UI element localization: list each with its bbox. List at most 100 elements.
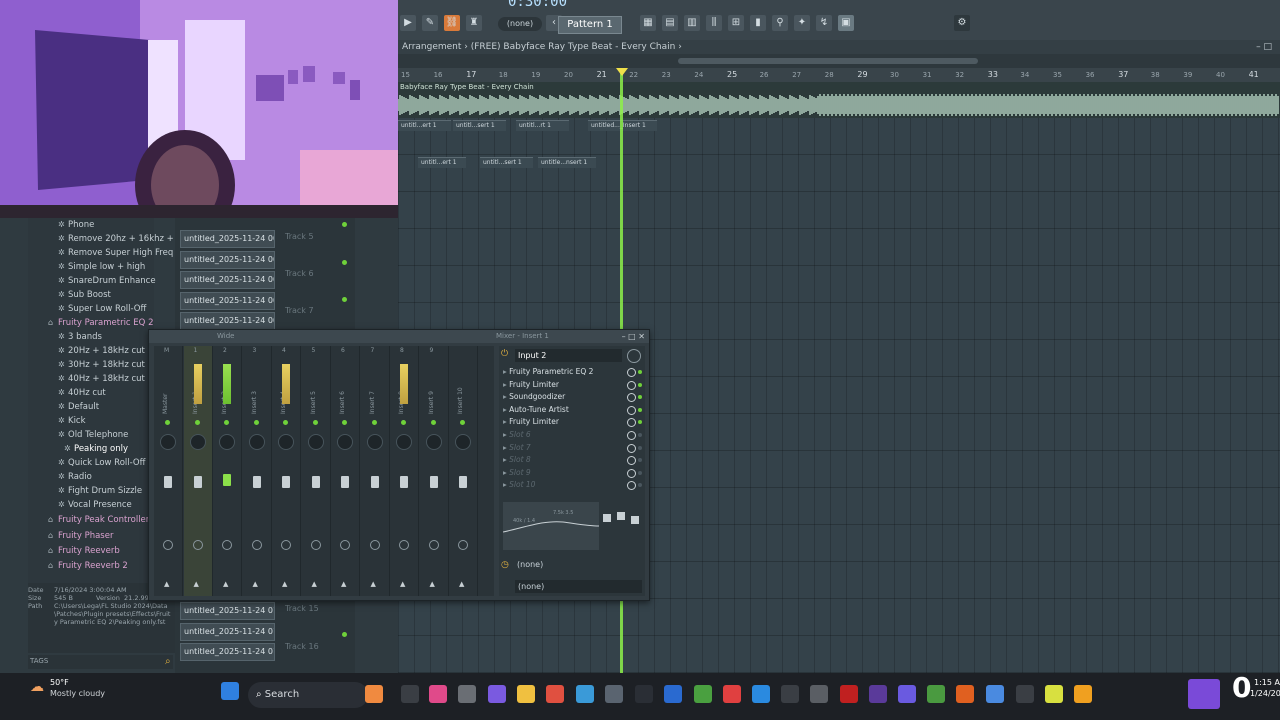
- browser-preset-item[interactable]: ✲ Remove 20hz + 16khz +: [58, 232, 174, 246]
- strip-led[interactable]: [312, 420, 318, 425]
- file-explorer-icon[interactable]: [401, 685, 419, 703]
- browser-preset-item[interactable]: ✲ Remove Super High Freq: [58, 246, 173, 260]
- fx-mix-knob[interactable]: [627, 380, 636, 390]
- pan-knob[interactable]: [396, 434, 412, 450]
- channel-button[interactable]: untitled_2025-11-24 01-...: [180, 643, 275, 661]
- pan-knob[interactable]: [189, 434, 206, 450]
- app-icon-16[interactable]: [810, 685, 828, 703]
- browser-plugin-folder[interactable]: ⌂ Fruity Parametric EQ 2: [48, 316, 153, 330]
- fx-slot[interactable]: ▸ Fruity Limiter: [503, 416, 627, 428]
- volume-fader[interactable]: [193, 476, 202, 488]
- fx-slot[interactable]: ▸ Soundgoodizer: [503, 391, 627, 403]
- pattern-clip[interactable]: untitl...ert 1: [398, 120, 451, 131]
- hint-icon[interactable]: ⚙: [954, 15, 970, 31]
- pattern-selector[interactable]: Pattern 1: [558, 16, 622, 34]
- browser-plugin-folder[interactable]: ⌂ Fruity Reeverb: [48, 544, 120, 558]
- pan-knob[interactable]: [219, 434, 235, 450]
- fx-mix-knob[interactable]: [627, 418, 636, 428]
- fx-enable-led[interactable]: [638, 445, 642, 450]
- strip-led[interactable]: [342, 420, 347, 425]
- mixer-strip[interactable]: 7 Insert 7 ▲: [361, 346, 390, 596]
- send-a-selector[interactable]: (none): [517, 560, 543, 569]
- folder-icon[interactable]: [517, 685, 535, 703]
- browser-preset-item[interactable]: ✲ Old Telephone: [58, 428, 128, 442]
- track-led[interactable]: [342, 297, 347, 302]
- playlist-breadcrumb[interactable]: Arrangement › (FREE) Babyface Ray Type B…: [398, 42, 682, 52]
- fx-slot[interactable]: ▸ Fruity Limiter: [503, 379, 627, 391]
- mixer-strip[interactable]: 5 Insert 5 ▲: [302, 346, 331, 596]
- strip-led[interactable]: [371, 420, 377, 425]
- windows-start-icon[interactable]: [221, 682, 239, 700]
- clock-date[interactable]: 1/24/202: [1250, 689, 1280, 698]
- mixer-strip[interactable]: 2Insert 2▲: [213, 346, 242, 596]
- playlist-scrollbar[interactable]: [398, 54, 1280, 68]
- strip-led[interactable]: [194, 420, 200, 425]
- channel-button[interactable]: untitled_2025-11-24 00-...: [180, 312, 275, 330]
- copilot-icon[interactable]: [429, 685, 447, 703]
- premiere-icon[interactable]: [869, 685, 887, 703]
- mixer-close-icon[interactable]: – □ ✕: [622, 330, 645, 343]
- browser-preset-item[interactable]: ✲ Fight Drum Sizzle: [58, 484, 142, 498]
- strip-led[interactable]: [165, 420, 170, 425]
- opera-icon[interactable]: [840, 685, 858, 703]
- brave-icon[interactable]: [723, 685, 741, 703]
- track-label[interactable]: Track 6: [285, 269, 314, 278]
- tempo-icon[interactable]: ✦: [794, 15, 810, 31]
- mixer-strip[interactable]: 6 Insert 6 ▲: [331, 346, 360, 596]
- app-icon-24[interactable]: [1045, 685, 1063, 703]
- fx-enable-led[interactable]: [638, 407, 642, 412]
- strip-led[interactable]: [401, 420, 406, 425]
- app-icon-4[interactable]: [458, 685, 476, 703]
- steam-icon[interactable]: [605, 685, 623, 703]
- track-led[interactable]: [342, 222, 347, 227]
- teams-icon[interactable]: [898, 685, 916, 703]
- ableton-icon[interactable]: [956, 685, 974, 703]
- playlist-icon[interactable]: ▦: [640, 15, 656, 31]
- taskbar-search[interactable]: ⌕ Search: [248, 682, 368, 708]
- fx-enable-led[interactable]: [638, 483, 642, 488]
- route-button[interactable]: [310, 540, 321, 550]
- browser-preset-item[interactable]: ✲ 40Hz cut: [58, 386, 106, 400]
- app-icon-15[interactable]: [781, 685, 799, 703]
- volume-fader[interactable]: [429, 476, 438, 488]
- send-b-selector[interactable]: (none): [515, 580, 642, 593]
- volume-fader[interactable]: [252, 476, 261, 488]
- mixer-strip[interactable]: 1Insert 1▲: [183, 346, 213, 596]
- metronome-icon[interactable]: ♜: [466, 15, 482, 31]
- piano-roll-icon[interactable]: ▤: [662, 15, 678, 31]
- fl-studio-icon[interactable]: [1074, 685, 1092, 703]
- send-arrow-icon[interactable]: ▲: [400, 580, 405, 588]
- strip-led[interactable]: [283, 420, 288, 425]
- edge-icon[interactable]: [752, 685, 770, 703]
- send-arrow-icon[interactable]: ▲: [194, 580, 199, 588]
- app-icon-20[interactable]: [927, 685, 945, 703]
- fx-enable-led[interactable]: [638, 370, 642, 374]
- browser-plugin-folder[interactable]: ⌂ Fruity Peak Controller: [48, 513, 149, 527]
- strip-led[interactable]: [430, 420, 436, 425]
- fx-enable-led[interactable]: [638, 382, 642, 387]
- fx-enable-led[interactable]: [638, 395, 642, 400]
- tags-bar[interactable]: TAGS ⌕: [28, 655, 173, 669]
- browser-icon[interactable]: ▮: [750, 15, 766, 31]
- volume-fader[interactable]: [282, 476, 290, 488]
- fx-slot[interactable]: ▸ Slot 6: [503, 429, 627, 441]
- browser-plugin-folder[interactable]: ⌂ Fruity Reeverb 2: [48, 559, 128, 573]
- pan-knob[interactable]: [278, 434, 294, 450]
- route-button[interactable]: [399, 540, 409, 550]
- browser-preset-item[interactable]: ✲ Radio: [58, 470, 92, 484]
- fx-slot[interactable]: ▸ Auto-Tune Artist: [503, 404, 627, 416]
- cpu-icon[interactable]: ▣: [838, 15, 854, 31]
- browser-plugin-folder[interactable]: ⌂ Fruity Phaser: [48, 529, 113, 543]
- send-arrow-icon[interactable]: ▲: [282, 580, 287, 588]
- fx-mix-knob[interactable]: [627, 456, 636, 466]
- strip-led[interactable]: [460, 420, 465, 425]
- mixer-title-bar[interactable]: Wide Mixer - Insert 1 – □ ✕: [149, 330, 649, 343]
- input-selector[interactable]: Input 2: [515, 349, 622, 362]
- browser-preset-item[interactable]: ✲ Simple low + high: [58, 260, 145, 274]
- fx-enable-led[interactable]: [638, 433, 642, 437]
- volume-fader[interactable]: [311, 476, 320, 488]
- mixer-strip[interactable]: 9 Insert 9 ▲: [420, 346, 449, 596]
- track-label[interactable]: Track 15: [285, 604, 319, 613]
- fx-slot[interactable]: ▸ Fruity Parametric EQ 2: [503, 366, 627, 378]
- browser-preset-item[interactable]: ✲ 3 bands: [58, 330, 102, 344]
